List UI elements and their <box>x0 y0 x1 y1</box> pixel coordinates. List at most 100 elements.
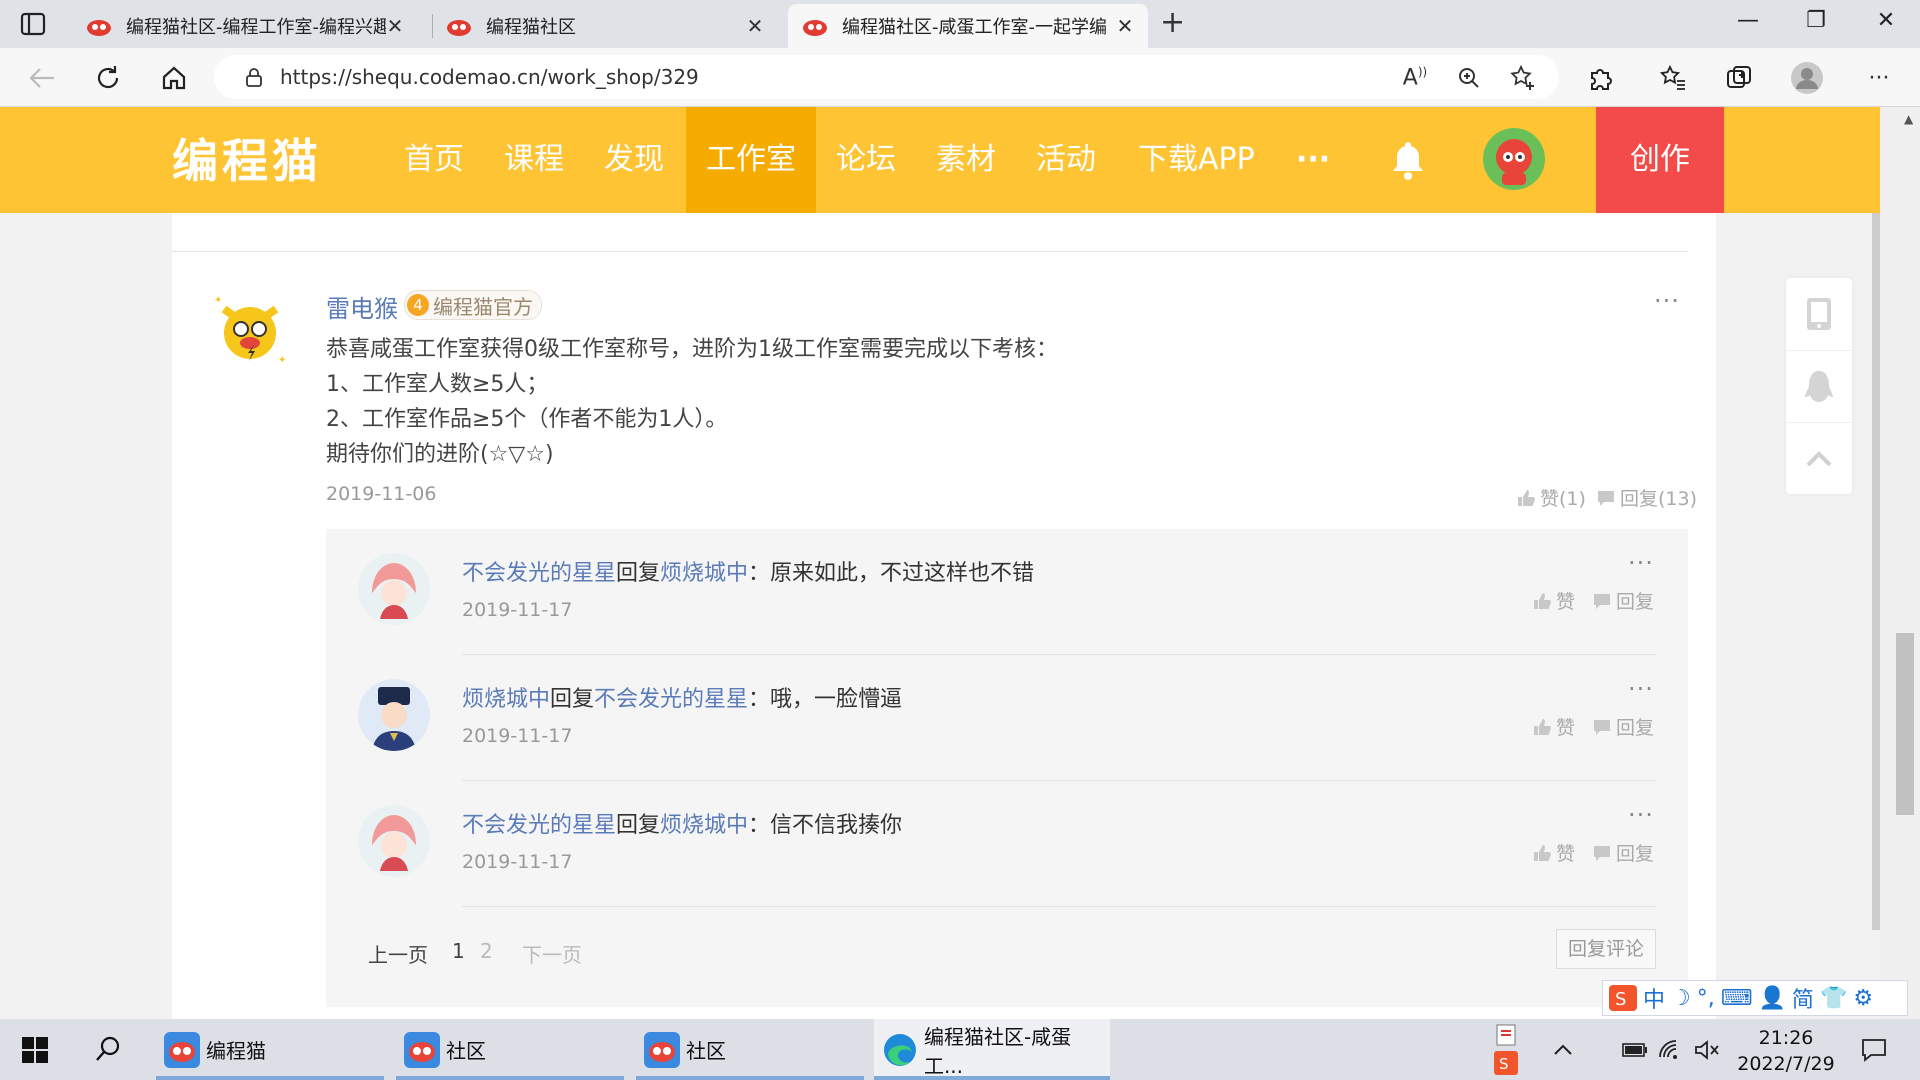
nav-forum[interactable]: 论坛 <box>836 107 896 213</box>
post-more-button[interactable]: ··· <box>1654 287 1680 315</box>
codemao-favicon-icon <box>447 20 471 36</box>
pager-next[interactable]: 下一页 <box>522 939 582 968</box>
ime-language-toggle[interactable]: 中 <box>1643 982 1665 1014</box>
reply-avatar[interactable] <box>358 805 430 877</box>
nav-materials[interactable]: 素材 <box>936 107 996 213</box>
author-avatar[interactable]: ✦ ✦ <box>208 289 292 373</box>
close-tab-icon[interactable]: ✕ <box>386 14 404 38</box>
zoom-button[interactable] <box>1452 61 1486 95</box>
settings-more-button[interactable]: ··· <box>1862 61 1896 95</box>
pager-prev[interactable]: 上一页 <box>368 939 428 968</box>
window-close-button[interactable]: ✕ <box>1866 8 1906 33</box>
pager-page-2[interactable]: 2 <box>480 939 493 963</box>
ime-user-icon[interactable]: 👤 <box>1759 986 1786 1011</box>
reply-label: 回复 <box>1616 717 1655 739</box>
lock-icon[interactable] <box>244 67 264 87</box>
reply-from-user[interactable]: 不会发光的星星 <box>462 813 616 838</box>
ime-keyboard-icon[interactable]: ⌨ <box>1721 986 1753 1011</box>
taskbar-app-edge[interactable]: 编程猫社区-咸蛋工... <box>874 1019 1110 1080</box>
profile-button[interactable] <box>1790 61 1824 95</box>
nav-discover[interactable]: 发现 <box>604 107 664 213</box>
post-author-name[interactable]: 雷电猴 <box>326 289 398 324</box>
reply-like-button[interactable]: 赞 <box>1532 839 1575 866</box>
reply-like-button[interactable]: 赞 <box>1532 587 1575 614</box>
scroll-up-arrow-icon[interactable]: ▲ <box>1904 112 1913 126</box>
reply-avatar[interactable] <box>358 679 430 751</box>
read-aloud-button[interactable]: A)) <box>1398 61 1432 95</box>
browser-tab-2[interactable]: 编程猫社区 ✕ <box>432 4 778 48</box>
taskbar-app-community-1[interactable]: 社区 <box>396 1019 624 1080</box>
svg-text:S: S <box>1499 1055 1509 1073</box>
reply-to-user[interactable]: 不会发光的星星 <box>594 687 748 712</box>
collections-button[interactable] <box>1722 61 1756 95</box>
sogou-logo-icon[interactable]: S <box>1609 985 1637 1011</box>
reply-more-button[interactable]: ··· <box>1628 549 1654 577</box>
nav-download-app[interactable]: 下载APP <box>1138 107 1255 213</box>
nav-home[interactable]: 首页 <box>404 107 464 213</box>
page-scrollbar-track[interactable] <box>1880 107 1920 1019</box>
url-input[interactable]: https://shequ.codemao.cn/work_shop/329 <box>214 55 1559 99</box>
refresh-button[interactable] <box>90 60 126 96</box>
notification-bell-icon[interactable] <box>1388 139 1428 181</box>
tab-actions-icon[interactable] <box>20 12 46 36</box>
pager-page-1[interactable]: 1 <box>452 939 465 963</box>
add-favorite-button[interactable] <box>1506 61 1540 95</box>
codemao-app-icon <box>164 1031 200 1068</box>
search-icon[interactable] <box>94 1035 122 1063</box>
ime-skin-icon[interactable]: 👕 <box>1820 986 1847 1011</box>
browser-tab-1[interactable]: 编程猫社区-编程工作室-编程兴趣 ✕ <box>72 4 418 48</box>
reply-reply-button[interactable]: 回复 <box>1592 587 1654 614</box>
minimize-button[interactable]: — <box>1728 8 1768 33</box>
nav-more[interactable]: ··· <box>1296 107 1330 213</box>
taskbar-clock[interactable]: 21:26 2022/7/29 <box>1734 1025 1838 1077</box>
windows-start-icon[interactable] <box>22 1037 48 1063</box>
post-reply-button[interactable]: 回复(13) <box>1596 484 1697 511</box>
tray-volume[interactable] <box>1692 1019 1722 1080</box>
browser-tab-3-active[interactable]: 编程猫社区-咸蛋工作室-一起学编 ✕ <box>788 4 1148 48</box>
tray-notes-icon[interactable] <box>1494 1023 1518 1047</box>
reply-more-button[interactable]: ··· <box>1628 675 1654 703</box>
back-button[interactable] <box>24 60 60 96</box>
ime-settings-gear-icon[interactable]: ⚙ <box>1853 986 1873 1011</box>
tray-network[interactable] <box>1656 1019 1686 1080</box>
create-button[interactable]: 创作 <box>1596 107 1724 213</box>
site-logo[interactable]: 编程猫 <box>172 125 322 191</box>
reply-to-user[interactable]: 烦烧城中 <box>660 813 748 838</box>
post-like-button[interactable]: 赞(1) <box>1516 484 1586 511</box>
reply-from-user[interactable]: 烦烧城中 <box>462 687 550 712</box>
home-button[interactable] <box>156 60 192 96</box>
taskbar-app-community-2[interactable]: 社区 <box>636 1019 864 1080</box>
reply-avatar[interactable] <box>358 553 430 625</box>
inner-scrollbar[interactable] <box>1872 213 1880 930</box>
nav-workshop[interactable]: 工作室 <box>686 107 816 213</box>
favorites-button[interactable] <box>1656 61 1690 95</box>
close-tab-icon[interactable]: ✕ <box>1116 14 1134 38</box>
new-tab-button[interactable]: + <box>1160 8 1185 38</box>
reply-like-button[interactable]: 赞 <box>1532 713 1575 740</box>
ime-moon-icon[interactable]: ☽ <box>1671 986 1691 1011</box>
close-tab-icon[interactable]: ✕ <box>746 14 764 38</box>
side-tool-mobile[interactable] <box>1786 278 1852 350</box>
nav-courses[interactable]: 课程 <box>504 107 564 213</box>
reply-reply-button[interactable]: 回复 <box>1592 839 1654 866</box>
reply-more-button[interactable]: ··· <box>1628 801 1654 829</box>
notification-center-button[interactable] <box>1854 1019 1894 1080</box>
user-avatar[interactable] <box>1482 127 1546 191</box>
reply-from-user[interactable]: 不会发光的星星 <box>462 561 616 586</box>
taskbar-app-codemao[interactable]: 编程猫 <box>156 1019 384 1080</box>
tray-overflow-button[interactable] <box>1548 1019 1578 1080</box>
reply-to-user[interactable]: 烦烧城中 <box>660 561 748 586</box>
restore-button[interactable]: ❐ <box>1796 8 1836 33</box>
like-label: 赞 <box>1556 591 1576 613</box>
tray-sogou-icon[interactable]: S <box>1494 1051 1518 1075</box>
ime-simplified-toggle[interactable]: 简 <box>1792 982 1814 1014</box>
extensions-button[interactable] <box>1584 61 1618 95</box>
back-to-top-button[interactable] <box>1786 422 1852 495</box>
reply-comment-button[interactable]: 回复评论 <box>1556 929 1656 969</box>
nav-activities[interactable]: 活动 <box>1036 107 1096 213</box>
tray-battery[interactable] <box>1620 1019 1650 1080</box>
side-tool-feedback[interactable] <box>1786 350 1852 423</box>
page-scrollbar-thumb[interactable] <box>1896 633 1914 815</box>
reply-reply-button[interactable]: 回复 <box>1592 713 1654 740</box>
ime-punctuation-icon[interactable]: °, <box>1697 986 1715 1011</box>
